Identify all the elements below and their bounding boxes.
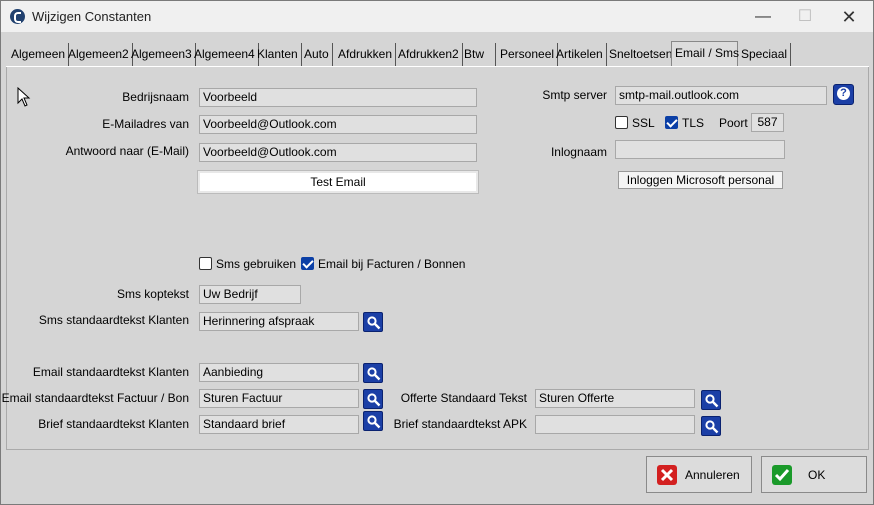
email-klanten-search-button[interactable]	[363, 363, 383, 383]
maximize-button[interactable]: ☐	[784, 5, 826, 29]
tab-strip: Algemeen Algemeen2 Algemeen3 Algemeen4 K…	[6, 41, 869, 67]
smtp-server-field[interactable]: smtp-mail.outlook.com	[615, 86, 827, 105]
tab-afdrukken[interactable]: Afdrukken	[335, 43, 397, 66]
title-bar: Wijzigen Constanten — ☐ ✕	[1, 1, 873, 32]
tab-personeel[interactable]: Personeel	[497, 43, 559, 66]
tab-email-sms[interactable]: Email / Sms	[671, 41, 739, 66]
cancel-label: Annuleren	[685, 468, 740, 482]
search-icon	[367, 316, 381, 330]
ok-check-icon	[772, 465, 792, 485]
dialog-window: Wijzigen Constanten — ☐ ✕ Algemeen Algem…	[0, 0, 874, 505]
email-klanten-label: Email standaardtekst Klanten	[32, 365, 189, 379]
tls-checkbox[interactable]	[665, 116, 678, 129]
brief-klanten-label: Brief standaardtekst Klanten	[38, 417, 189, 431]
window-title: Wijzigen Constanten	[32, 9, 152, 24]
ok-button[interactable]: OK	[761, 456, 867, 493]
tab-algemeen2[interactable]: Algemeen2	[65, 43, 133, 66]
tls-label: TLS	[682, 116, 705, 130]
help-icon: ?	[837, 87, 850, 100]
email-factuur-label: Email standaardtekst Factuur / Bon	[1, 391, 189, 405]
tab-speciaal[interactable]: Speciaal	[738, 43, 792, 66]
tab-sneltoetsen[interactable]: Sneltoetsen	[606, 43, 677, 66]
search-icon	[705, 394, 719, 408]
email-facturen-label: Email bij Facturen / Bonnen	[318, 257, 466, 271]
brief-apk-label: Brief standaardtekst APK	[393, 417, 527, 431]
ssl-checkbox[interactable]	[615, 116, 628, 129]
tab-artikelen[interactable]: Artikelen	[553, 43, 607, 66]
mailadres-field[interactable]: Voorbeeld@Outlook.com	[199, 115, 477, 134]
sms-koptekst-field[interactable]: Uw Bedrijf	[199, 285, 301, 304]
brief-apk-field[interactable]	[535, 415, 695, 434]
ok-label: OK	[808, 468, 826, 482]
tab-klanten[interactable]: Klanten	[254, 43, 302, 66]
offerte-field[interactable]: Sturen Offerte	[535, 389, 695, 408]
tab-btw[interactable]: Btw	[461, 43, 496, 66]
bedrijfsnaam-label: Bedrijsnaam	[122, 90, 189, 104]
offerte-label: Offerte Standaard Tekst	[400, 391, 527, 405]
app-logo-icon	[10, 9, 25, 24]
sms-gebruiken-checkbox[interactable]	[199, 257, 212, 270]
brief-klanten-search-button[interactable]	[363, 411, 383, 431]
email-klanten-field[interactable]: Aanbieding	[199, 363, 359, 382]
test-email-button[interactable]: Test Email	[198, 171, 478, 193]
tab-algemeen[interactable]: Algemeen	[8, 43, 70, 66]
search-icon	[367, 415, 381, 429]
email-facturen-checkbox[interactable]	[301, 257, 314, 270]
close-button[interactable]: ✕	[828, 5, 870, 29]
antwoord-label: Antwoord naar (E-Mail)	[65, 144, 189, 158]
inlognaam-field[interactable]	[615, 140, 785, 159]
cancel-x-icon	[657, 465, 677, 485]
tab-auto[interactable]: Auto	[301, 43, 333, 66]
ssl-label: SSL	[632, 116, 655, 130]
search-icon	[367, 393, 381, 407]
mailadres-label: E-Mailadres van	[102, 117, 189, 131]
poort-label: Poort	[719, 116, 748, 130]
login-microsoft-button[interactable]: Inloggen Microsoft personal	[618, 171, 783, 189]
tab-afdrukken2[interactable]: Afdrukken2	[395, 43, 463, 66]
email-factuur-field[interactable]: Sturen Factuur	[199, 389, 359, 408]
sms-gebruiken-label: Sms gebruiken	[216, 257, 297, 271]
search-icon	[367, 367, 381, 381]
tab-algemeen4[interactable]: Algemeen4	[191, 43, 259, 66]
help-button[interactable]: ?	[833, 84, 854, 105]
email-factuur-search-button[interactable]	[363, 389, 383, 409]
sms-standaard-label: Sms standaardtekst Klanten	[38, 313, 189, 327]
antwoord-field[interactable]: Voorbeeld@Outlook.com	[199, 143, 477, 162]
bedrijfsnaam-field[interactable]: Voorbeeld	[199, 88, 477, 107]
brief-klanten-field[interactable]: Standaard brief	[199, 415, 359, 434]
cancel-button[interactable]: Annuleren	[646, 456, 752, 493]
poort-field[interactable]: 587	[751, 113, 784, 132]
inlognaam-label: Inlognaam	[550, 145, 607, 159]
sms-standaard-search-button[interactable]	[363, 312, 383, 332]
brief-apk-search-button[interactable]	[701, 416, 721, 436]
minimize-button[interactable]: —	[742, 5, 784, 29]
smtp-server-label: Smtp server	[542, 88, 607, 102]
sms-standaard-field[interactable]: Herinnering afspraak	[199, 312, 359, 331]
offerte-search-button[interactable]	[701, 390, 721, 410]
mouse-cursor-icon	[17, 87, 31, 107]
tab-algemeen3[interactable]: Algemeen3	[128, 43, 196, 66]
search-icon	[705, 420, 719, 434]
sms-koptekst-label: Sms koptekst	[116, 287, 189, 301]
